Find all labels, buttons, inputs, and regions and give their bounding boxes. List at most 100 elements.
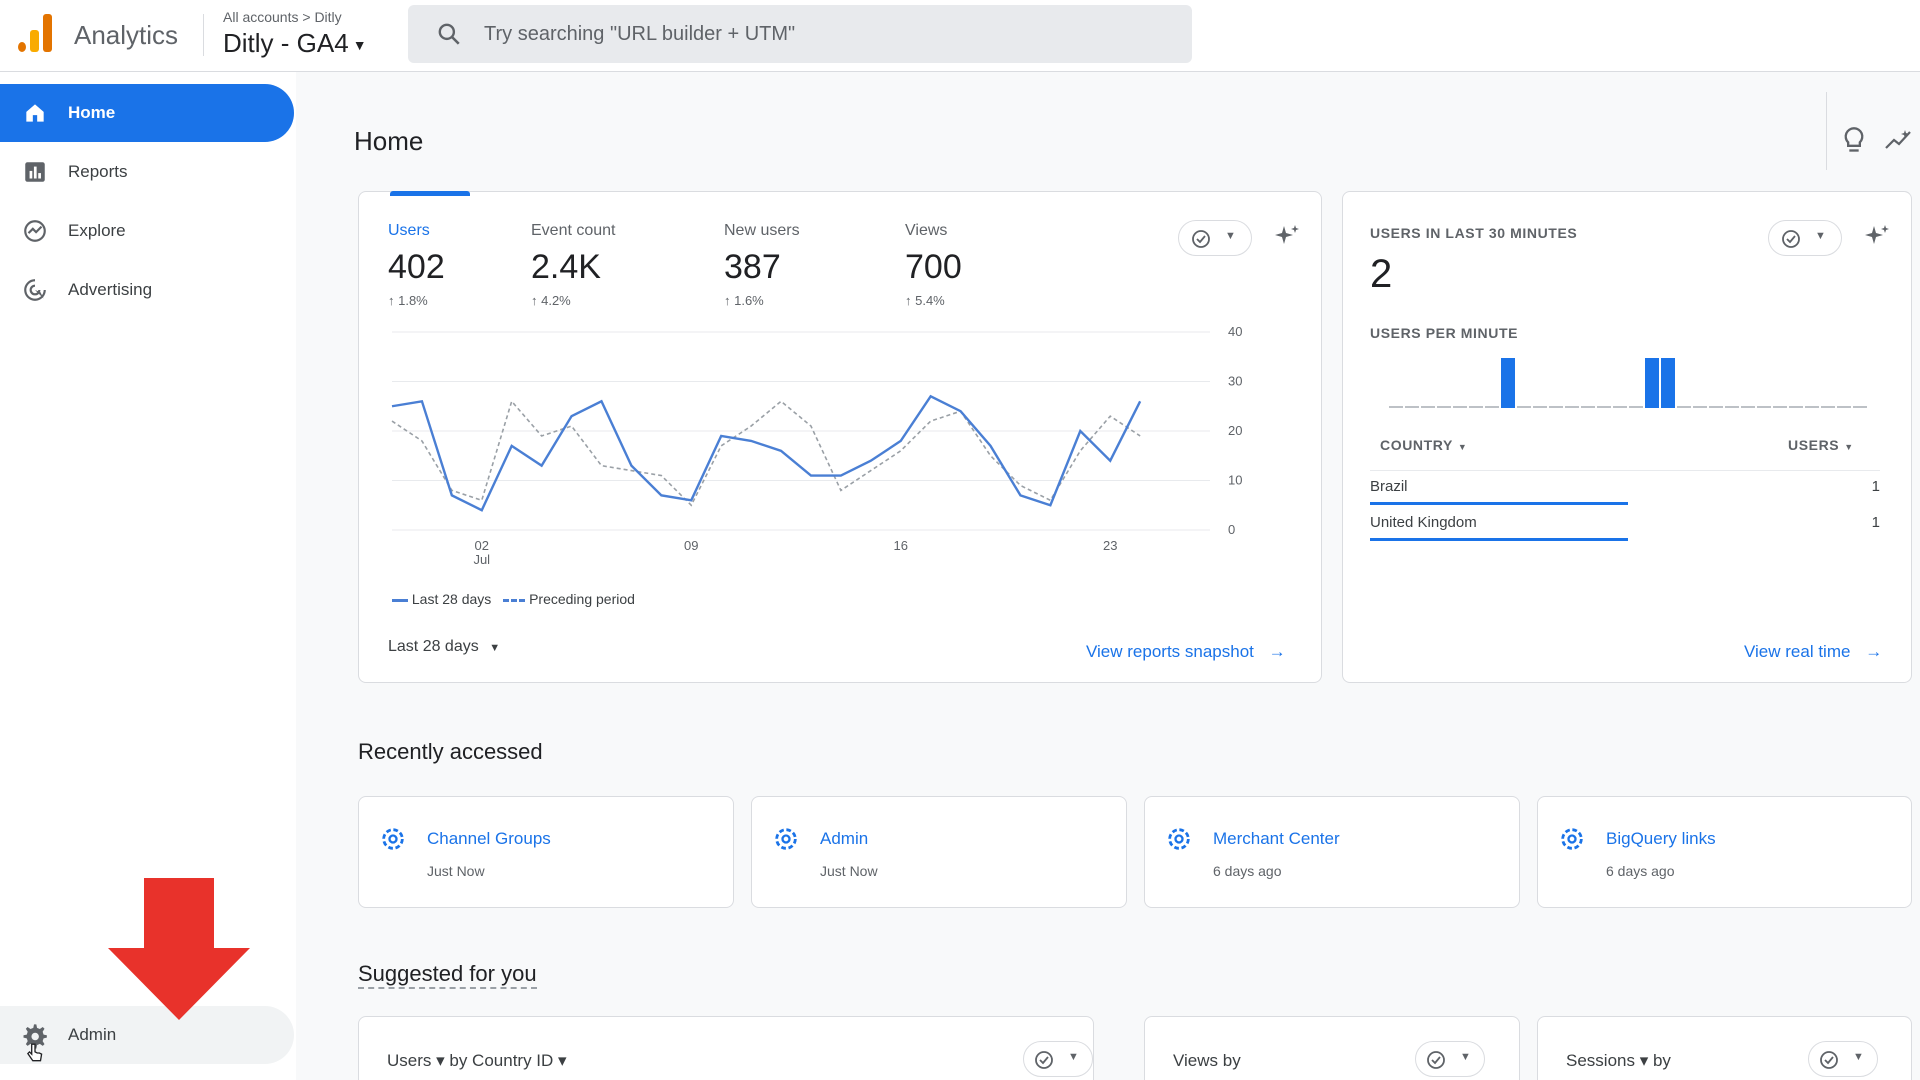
sidebar-item-home[interactable]: Home: [0, 84, 294, 142]
check-circle-icon: [1820, 1051, 1838, 1069]
recent-card-bigquery-links[interactable]: BigQuery links 6 days ago: [1537, 796, 1912, 908]
per-minute-bar[interactable]: [1661, 358, 1675, 408]
check-circle-icon: [1427, 1051, 1445, 1069]
compare-dropdown-button[interactable]: ▼: [1415, 1041, 1485, 1077]
realtime-value: 2: [1370, 252, 1393, 296]
app-name: Analytics: [74, 20, 179, 50]
link-label: View real time: [1744, 642, 1851, 661]
sidebar-item-explore[interactable]: Explore: [0, 202, 294, 260]
per-minute-bar[interactable]: [1645, 358, 1659, 408]
chart-legend: Last 28 days Preceding period: [392, 591, 635, 607]
reports-icon: [25, 162, 45, 182]
suggested-card-users-by-country[interactable]: Users ▾ by Country ID ▾ ▼: [358, 1016, 1094, 1080]
admin-label: Admin: [68, 1025, 117, 1044]
chevron-down-icon: ▼: [1815, 230, 1826, 242]
country-share-bar: [1370, 502, 1628, 505]
metric-value: 2.4K: [531, 248, 601, 286]
tab-indicator: [390, 191, 470, 196]
metric-tab-users[interactable]: Users 402 ↑ 1.8%: [388, 222, 445, 308]
lightbulb-icon[interactable]: [1842, 126, 1866, 154]
sidebar-item-reports[interactable]: Reports: [0, 143, 294, 201]
suggested-card-views[interactable]: Views by ▼: [1144, 1016, 1520, 1080]
x-tick-label: 02: [475, 538, 489, 553]
metric-change: ↑ 1.6%: [724, 293, 764, 308]
date-range-dropdown[interactable]: Last 28 days ▼: [388, 638, 500, 656]
suggested-card-title[interactable]: Users ▾ by Country ID ▾: [387, 1051, 567, 1071]
property-name: Ditly - GA4: [223, 28, 349, 58]
country-users: 1: [1871, 478, 1880, 495]
search-bar[interactable]: [408, 5, 1192, 63]
table-row[interactable]: Brazil 1: [1370, 472, 1880, 505]
sidebar-item-label: Reports: [68, 162, 128, 181]
analytics-logo-icon[interactable]: [18, 14, 52, 52]
legend-label-preceding: Preceding period: [529, 591, 635, 607]
check-circle-icon: [1192, 230, 1210, 248]
property-selector[interactable]: Ditly - GA4 ▼: [223, 28, 367, 59]
suggested-card-title[interactable]: Sessions ▾ by: [1566, 1051, 1671, 1071]
sparkle-icon[interactable]: [1272, 222, 1302, 252]
view-real-time-link[interactable]: View real time →: [1744, 642, 1882, 662]
metric-change: ↑ 1.8%: [388, 293, 428, 308]
recently-accessed-title: Recently accessed: [358, 739, 543, 764]
suggested-card-sessions[interactable]: Sessions ▾ by ▼: [1537, 1016, 1912, 1080]
cursor-hand-icon: [26, 1043, 43, 1062]
recent-card-channel-groups[interactable]: Channel Groups Just Now: [358, 796, 734, 908]
y-tick-label: 10: [1228, 473, 1242, 488]
check-circle-icon: [1035, 1051, 1053, 1069]
header-divider-vertical: [1826, 92, 1827, 170]
recent-card-title: BigQuery links: [1606, 829, 1716, 848]
country-name: United Kingdom: [1370, 514, 1477, 531]
gear-icon: [382, 828, 404, 850]
users-column-header[interactable]: USERS ▼: [1788, 437, 1854, 453]
compare-dropdown-button[interactable]: ▼: [1808, 1041, 1878, 1077]
home-icon: [26, 104, 44, 122]
x-tick-label: 09: [684, 538, 698, 553]
x-tick-label: 16: [894, 538, 908, 553]
insights-icon[interactable]: [1884, 128, 1912, 152]
metric-label: Event count: [531, 222, 616, 239]
page-title: Home: [354, 126, 424, 156]
table-divider: [1370, 470, 1880, 471]
chevron-down-icon: ▼: [1068, 1051, 1079, 1063]
metric-label: Users: [388, 222, 430, 239]
x-tick-label: 23: [1103, 538, 1117, 553]
arrow-right-icon: →: [1865, 642, 1883, 661]
compare-dropdown-button[interactable]: ▼: [1178, 220, 1252, 256]
breadcrumb[interactable]: All accounts > Ditly: [223, 9, 342, 25]
arrow-right-icon: →: [1268, 642, 1286, 661]
gear-icon: [1168, 828, 1190, 850]
recent-card-merchant-center[interactable]: Merchant Center 6 days ago: [1144, 796, 1520, 908]
chevron-down-icon: ▼: [1844, 442, 1854, 452]
country-column-header[interactable]: COUNTRY ▼: [1380, 437, 1467, 453]
country-name: Brazil: [1370, 478, 1408, 495]
header-divider: [203, 14, 204, 56]
gear-icon: [775, 828, 797, 850]
table-row[interactable]: United Kingdom 1: [1370, 508, 1880, 541]
realtime-compare-dropdown[interactable]: ▼: [1768, 220, 1842, 256]
sidebar-item-label: Advertising: [68, 280, 153, 299]
compare-dropdown-button[interactable]: ▼: [1023, 1041, 1093, 1077]
recent-card-time: Just Now: [820, 863, 878, 879]
metric-tab-views[interactable]: Views 700 ↑ 5.4%: [905, 222, 962, 308]
check-circle-icon: [1782, 230, 1800, 248]
y-tick-label: 20: [1228, 423, 1242, 438]
legend-swatch-solid: [392, 598, 408, 602]
recent-card-admin[interactable]: Admin Just Now: [751, 796, 1127, 908]
view-reports-snapshot-link[interactable]: View reports snapshot →: [1086, 642, 1286, 662]
search-input[interactable]: [484, 5, 1164, 63]
users-per-minute-label: USERS PER MINUTE: [1370, 325, 1519, 341]
users-per-minute-chart: [1389, 358, 1867, 408]
sparkle-icon[interactable]: [1862, 222, 1892, 252]
metric-tab-new-users[interactable]: New users 387 ↑ 1.6%: [724, 222, 800, 308]
per-minute-bar[interactable]: [1501, 358, 1515, 408]
recent-card-time: 6 days ago: [1606, 863, 1675, 879]
series-line-last-28-days: [391, 394, 1142, 512]
suggested-card-title[interactable]: Views by: [1173, 1051, 1241, 1071]
metric-tab-event-count[interactable]: Event count 2.4K ↑ 4.2%: [531, 222, 616, 308]
metric-value: 402: [388, 248, 445, 286]
recent-card-time: 6 days ago: [1213, 863, 1282, 879]
metric-value: 387: [724, 248, 781, 286]
sidebar-item-advertising[interactable]: Advertising: [0, 261, 294, 319]
realtime-title: USERS IN LAST 30 MINUTES: [1370, 225, 1578, 241]
recent-card-title: Merchant Center: [1213, 829, 1340, 848]
